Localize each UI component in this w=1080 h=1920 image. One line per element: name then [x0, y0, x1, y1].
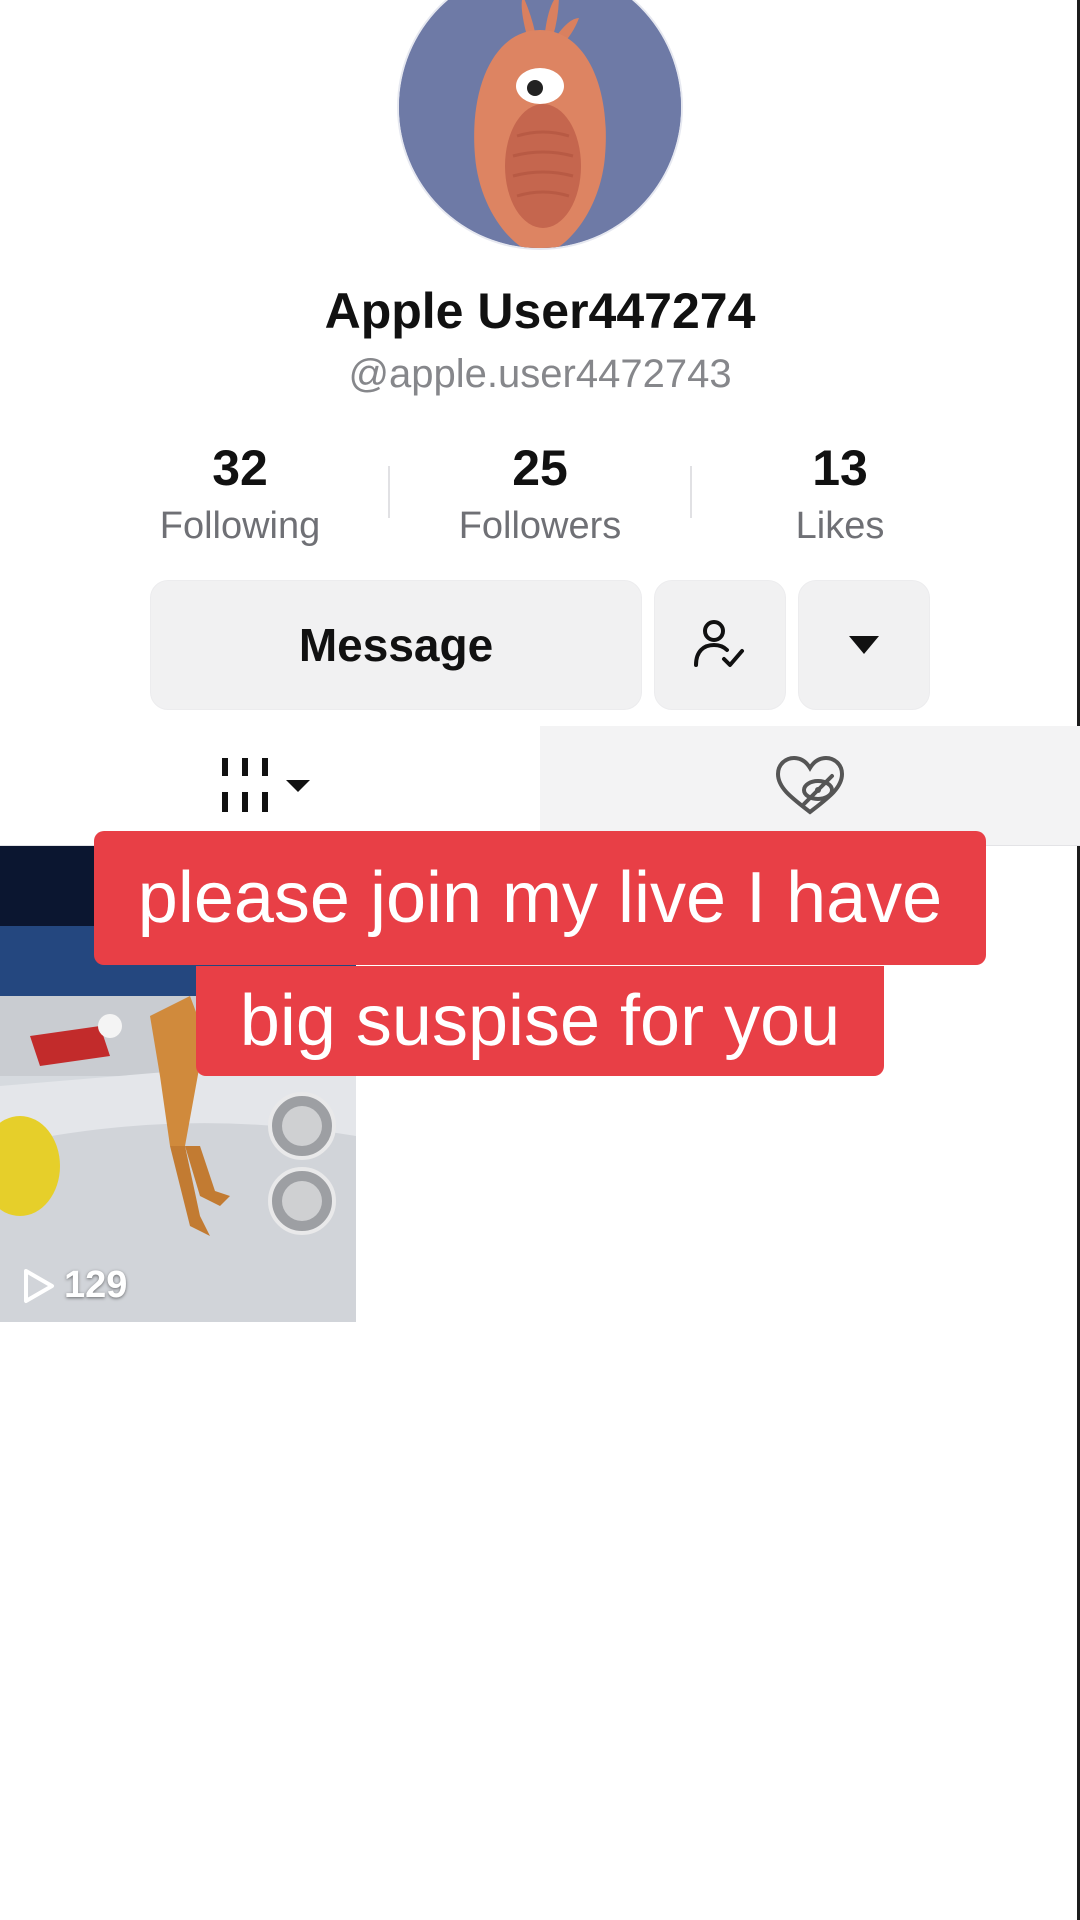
chevron-down-icon — [286, 780, 310, 792]
message-button[interactable]: Message — [150, 580, 642, 710]
avatar[interactable] — [399, 0, 681, 248]
username: @apple.user4472743 — [348, 352, 732, 396]
followers-count: 25 — [512, 440, 568, 496]
following-count: 32 — [212, 440, 268, 496]
play-icon — [24, 1268, 54, 1303]
person-check-icon — [694, 620, 744, 667]
likes-label: Likes — [795, 505, 885, 547]
hidden-heart-icon — [775, 755, 845, 815]
following-label: Following — [159, 505, 321, 547]
more-options-button[interactable] — [798, 580, 930, 710]
likes-count: 13 — [812, 440, 868, 496]
caret-down-icon — [849, 636, 879, 654]
tab-videos[interactable] — [0, 726, 540, 846]
followers-label: Followers — [458, 505, 622, 547]
caption-line-1: please join my live I have — [94, 831, 986, 965]
caption-line-2: big suspise for you — [196, 966, 884, 1076]
grid-icon — [222, 758, 310, 812]
display-name: Apple User447274 — [324, 283, 756, 339]
avatar-illustration — [399, 0, 681, 248]
stat-likes[interactable]: 13 Likes — [690, 438, 990, 554]
tab-liked[interactable] — [540, 726, 1080, 846]
stat-following[interactable]: 32 Following — [90, 438, 390, 554]
view-count: 129 — [22, 1264, 127, 1307]
view-count-label: 129 — [64, 1264, 128, 1306]
stat-followers[interactable]: 25 Followers — [390, 438, 690, 554]
friend-status-button[interactable] — [654, 580, 786, 710]
